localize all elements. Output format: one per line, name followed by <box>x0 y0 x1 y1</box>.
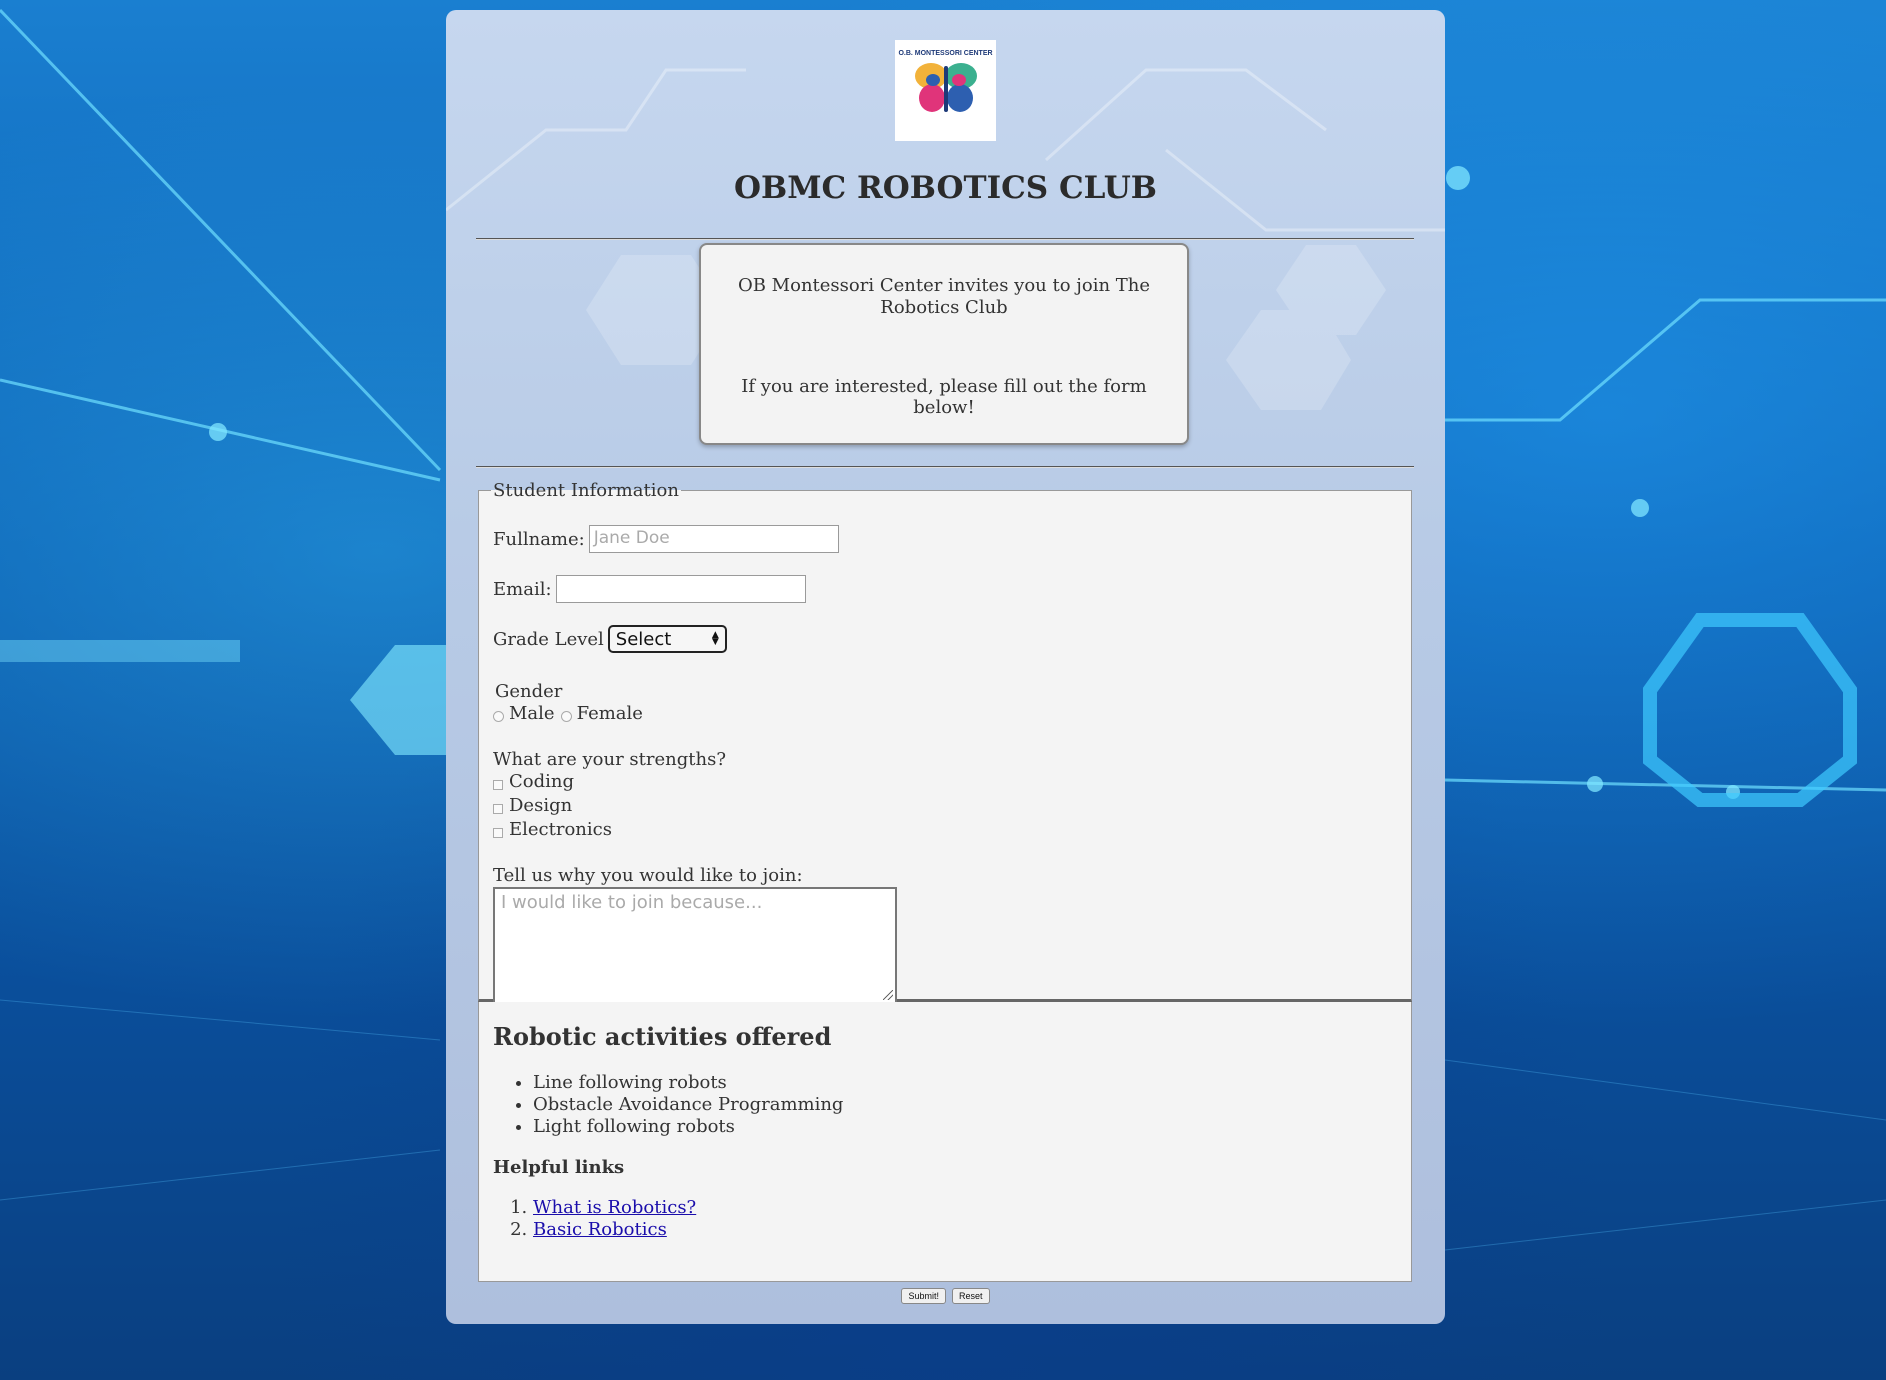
electronics-label: Electronics <box>509 819 612 840</box>
grade-select[interactable]: Select ▲ ▼ <box>607 625 727 653</box>
form-buttons: Submit! Reset <box>446 1288 1445 1304</box>
gender-female-label: Female <box>576 703 643 724</box>
main-card: O.B. MONTESSORI CENTER OBMC ROBOTICS CLU… <box>446 10 1445 1324</box>
select-arrows-icon: ▲ ▼ <box>711 630 719 647</box>
link-item: Basic Robotics <box>533 1219 696 1241</box>
list-item: Obstacle Avoidance Programming <box>533 1094 843 1116</box>
club-logo: O.B. MONTESSORI CENTER <box>895 40 996 141</box>
invite-box: OB Montessori Center invites you to join… <box>699 243 1189 445</box>
grade-row: Grade Level Select ▲ ▼ <box>493 625 727 653</box>
why-textarea[interactable]: I would like to join because... <box>493 887 897 1004</box>
grade-select-value: Select <box>615 628 672 650</box>
page-title: OBMC ROBOTICS CLUB <box>734 170 1157 206</box>
email-input[interactable] <box>555 575 806 603</box>
coding-checkbox[interactable] <box>493 779 503 790</box>
links-list: What is Robotics? Basic Robotics <box>493 1197 696 1241</box>
electronics-checkbox[interactable] <box>493 827 503 838</box>
why-label: Tell us why you would like to join: <box>493 865 803 886</box>
strength-item: Electronics <box>493 819 612 840</box>
gender-female-radio[interactable] <box>560 711 572 722</box>
why-placeholder: I would like to join because... <box>501 892 763 913</box>
resize-handle-icon[interactable] <box>883 990 893 1000</box>
divider-top <box>476 238 1414 240</box>
logo-text: O.B. MONTESSORI CENTER <box>898 50 993 57</box>
email-label: Email: <box>493 578 552 600</box>
butterfly-icon <box>914 63 977 112</box>
strength-item: Design <box>493 795 572 816</box>
gender-label: Gender <box>495 681 563 702</box>
link-item: What is Robotics? <box>533 1197 696 1219</box>
reset-button[interactable]: Reset <box>952 1288 990 1304</box>
activities-heading: Robotic activities offered <box>493 1022 832 1051</box>
email-row: Email: <box>493 575 806 603</box>
fullname-input[interactable]: Jane Doe <box>588 525 839 553</box>
activities-list: Line following robots Obstacle Avoidance… <box>493 1072 843 1138</box>
coding-label: Coding <box>509 771 575 792</box>
list-item: Line following robots <box>533 1072 843 1094</box>
design-label: Design <box>509 795 573 816</box>
grade-label: Grade Level <box>493 628 604 650</box>
gender-male-radio[interactable] <box>493 711 504 722</box>
gender-male-label: Male <box>509 703 555 724</box>
submit-button[interactable]: Submit! <box>901 1288 946 1304</box>
links-heading: Helpful links <box>493 1157 625 1178</box>
gender-options: Male Female <box>493 703 643 724</box>
fullname-row: Fullname: Jane Doe <box>493 525 839 553</box>
activities-section: Robotic activities offered Line followin… <box>478 1002 1412 1282</box>
design-checkbox[interactable] <box>493 803 503 814</box>
divider-bottom <box>476 466 1414 468</box>
strength-item: Coding <box>493 771 574 792</box>
strengths-label: What are your strengths? <box>493 749 726 770</box>
fullname-label: Fullname: <box>493 528 585 550</box>
what-is-robotics-link[interactable]: What is Robotics? <box>533 1197 696 1218</box>
basic-robotics-link[interactable]: Basic Robotics <box>533 1219 667 1240</box>
invite-cta: If you are interested, please fill out t… <box>741 376 1147 418</box>
student-info-fieldset: Student Information Fullname: Jane Doe E… <box>478 480 1412 1004</box>
invite-text: OB Montessori Center invites you to join… <box>737 275 1151 318</box>
list-item: Light following robots <box>533 1116 843 1138</box>
fieldset-legend: Student Information <box>493 480 679 501</box>
